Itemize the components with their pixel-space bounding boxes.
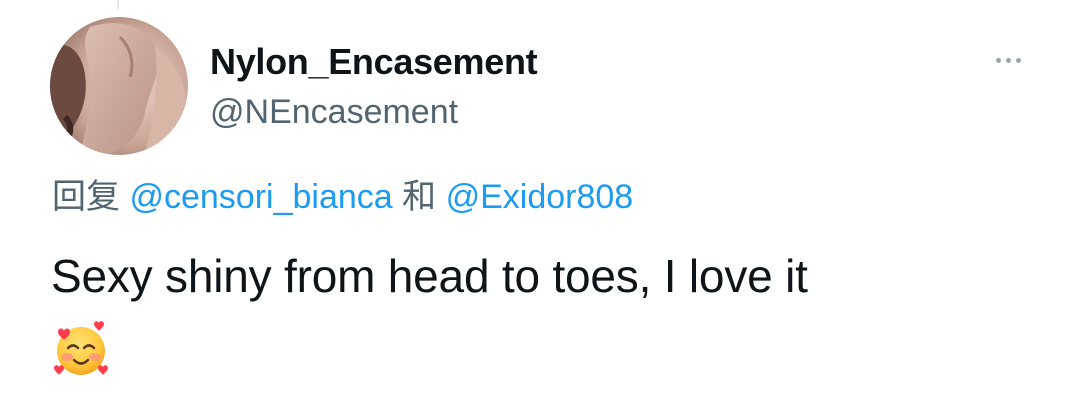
replying-to-line: 回复 @censori_bianca 和 @Exidor808 — [52, 175, 633, 219]
thread-connector-line — [117, 0, 119, 10]
smiling-face-with-hearts-icon — [50, 318, 112, 380]
avatar-photo — [50, 17, 188, 155]
reply-prefix: 回复 — [52, 178, 120, 216]
reply-conjunction: 和 — [402, 178, 437, 216]
mention-link[interactable]: @censori_bianca — [129, 178, 392, 216]
author-handle[interactable]: @NEncasement — [210, 90, 458, 134]
more-horizontal-icon — [1005, 57, 1011, 63]
avatar[interactable] — [50, 17, 188, 155]
more-horizontal-icon — [1015, 57, 1021, 63]
author-display-name[interactable]: Nylon_Encasement — [210, 40, 538, 84]
tweet-text: Sexy shiny from head to toes, I love it — [51, 250, 808, 302]
more-horizontal-icon — [995, 57, 1001, 63]
mention-link[interactable]: @Exidor808 — [446, 178, 634, 216]
more-options-button[interactable] — [986, 48, 1030, 72]
